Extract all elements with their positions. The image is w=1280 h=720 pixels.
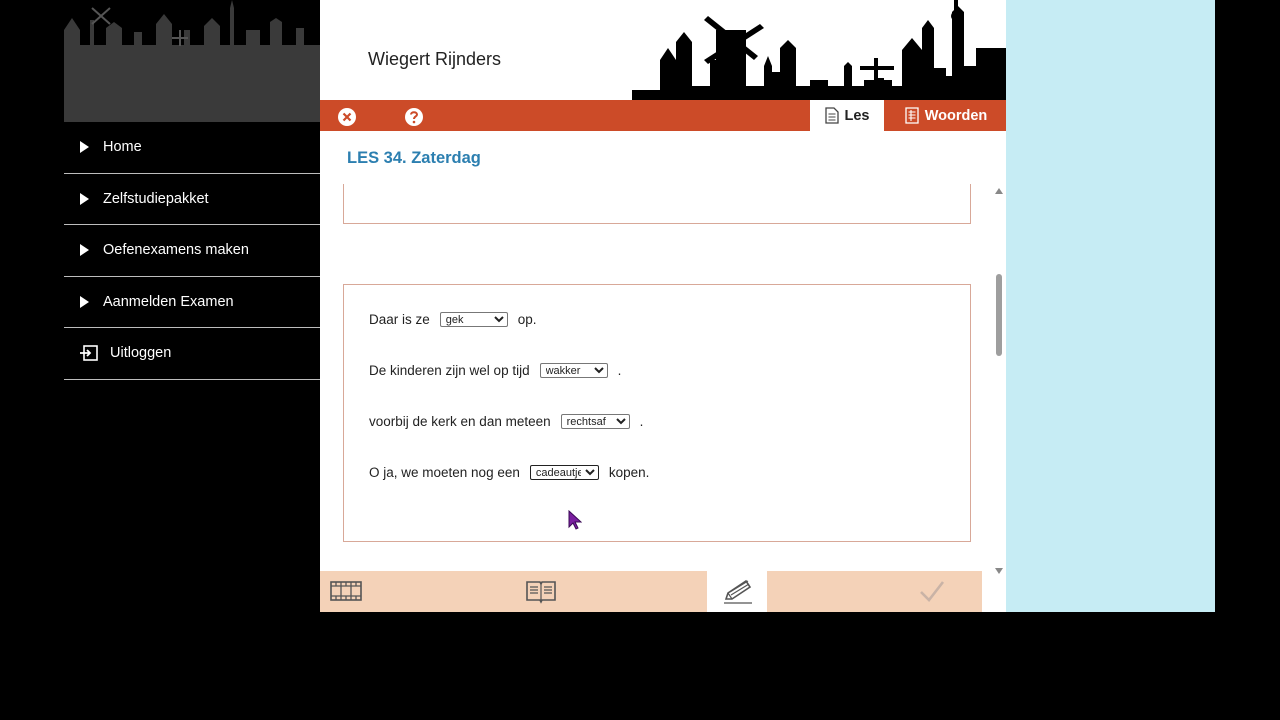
sentence-text-after: . <box>639 414 644 429</box>
sentence-text-after: kopen. <box>608 465 650 480</box>
sentence-text-after: op. <box>517 312 537 327</box>
play-arrow-icon <box>80 192 89 205</box>
content-scrollbar[interactable] <box>993 184 1005 578</box>
exercise-sentence: Daar is ze gek op. <box>369 312 537 327</box>
sidebar-item-label: Zelfstudiepakket <box>103 190 209 207</box>
tab-les-label: Les <box>844 107 870 124</box>
logout-icon <box>80 345 98 362</box>
exercise-sentence: voorbij de kerk en dan meteen rechtsaf . <box>369 414 643 429</box>
sidebar-nav: Home Zelfstudiepakket Oefenexamens maken… <box>64 122 320 380</box>
pencil-icon[interactable] <box>722 577 754 605</box>
answer-select[interactable]: cadeautje <box>529 465 599 480</box>
sentence-text-before: voorbij de kerk en dan meteen <box>369 414 551 429</box>
sidebar-item-uitloggen[interactable]: Uitloggen <box>64 328 320 380</box>
sidebar-item-label: Uitloggen <box>110 345 172 362</box>
answer-select[interactable]: wakker <box>539 363 608 378</box>
city-skyline-icon <box>632 0 1006 100</box>
exercise-sentence: De kinderen zijn wel op tijd wakker . <box>369 363 621 378</box>
exercise-box: Daar is ze gek op. De kinderen zijn wel … <box>343 284 971 542</box>
bottom-nav-bar <box>320 571 982 612</box>
user-name: Wiegert Rijnders <box>368 49 502 69</box>
exercise-content[interactable]: Daar is ze gek op. De kinderen zijn wel … <box>320 184 1006 570</box>
sentence-text-before: De kinderen zijn wel op tijd <box>369 363 530 378</box>
sentence-text-after: . <box>617 363 622 378</box>
sidebar-item-label: Aanmelden Examen <box>103 293 234 310</box>
sidebar-banner <box>64 0 320 122</box>
scroll-thumb[interactable] <box>996 274 1002 356</box>
skyline-silhouette-icon <box>64 0 320 46</box>
sentence-text-before: O ja, we moeten nog een <box>369 465 520 480</box>
sidebar-item-aanmelden-examen[interactable]: Aanmelden Examen <box>64 277 320 328</box>
document-icon <box>824 107 839 124</box>
film-icon[interactable] <box>330 577 362 605</box>
sidebar-item-zelfstudiepakket[interactable]: Zelfstudiepakket <box>64 174 320 225</box>
sidebar-item-oefenexamens[interactable]: Oefenexamens maken <box>64 225 320 277</box>
lesson-title: LES 34. Zaterdag <box>347 149 481 167</box>
right-background <box>982 0 1215 612</box>
tab-woorden-label: Woorden <box>924 107 988 124</box>
sidebar-item-label: Oefenexamens maken <box>103 242 249 259</box>
play-arrow-icon <box>80 244 89 257</box>
answer-select[interactable]: gek <box>439 312 508 327</box>
tab-les[interactable]: Les <box>810 100 884 131</box>
lesson-toolbar: Les Woorden <box>320 100 1006 131</box>
sidebar-item-label: Home <box>103 139 142 156</box>
play-arrow-icon <box>80 141 89 154</box>
help-circle-icon[interactable] <box>404 107 424 127</box>
book-icon[interactable] <box>525 577 557 605</box>
lesson-panel: Wiegert Rijnders Les Woorden LES 34. Zat… <box>320 0 1006 612</box>
tab-woorden[interactable]: Woorden <box>886 100 1006 131</box>
previous-exercise-box <box>343 184 971 224</box>
panel-header: Wiegert Rijnders <box>320 0 1006 100</box>
scroll-up-arrow-icon[interactable] <box>995 188 1003 194</box>
play-arrow-icon <box>80 295 89 308</box>
exercise-sentence: O ja, we moeten nog een cadeautje kopen. <box>369 465 649 480</box>
list-document-icon <box>905 107 919 124</box>
close-circle-icon[interactable] <box>337 107 357 127</box>
answer-select[interactable]: rechtsaf <box>560 414 630 429</box>
checkmark-icon[interactable] <box>918 577 946 605</box>
mouse-cursor-icon <box>568 510 582 530</box>
app-root: Home Zelfstudiepakket Oefenexamens maken… <box>0 0 1280 720</box>
sentence-text-before: Daar is ze <box>369 312 430 327</box>
scroll-down-arrow-icon[interactable] <box>995 568 1003 574</box>
sidebar-item-home[interactable]: Home <box>64 122 320 174</box>
